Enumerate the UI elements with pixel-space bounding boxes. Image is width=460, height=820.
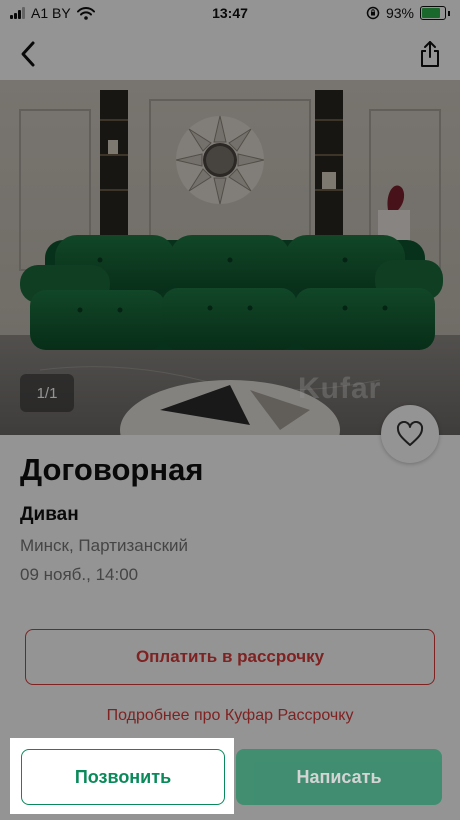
listing-title: Диван <box>20 504 79 525</box>
share-button[interactable] <box>412 36 448 72</box>
listing-location: Минск, Партизанский <box>20 536 189 555</box>
back-button[interactable] <box>10 36 46 72</box>
favorite-button[interactable] <box>381 405 439 463</box>
listing-date: 09 нояб., 14:00 <box>20 565 139 584</box>
battery-icon <box>420 6 446 20</box>
status-right: 93% <box>366 5 450 21</box>
call-button[interactable]: Позвонить <box>21 749 225 805</box>
share-icon <box>421 41 439 67</box>
chevron-left-icon <box>21 41 35 67</box>
battery-cap <box>448 10 450 16</box>
listing-page: A1 BY 13:47 93% 1/1 Kufar Договорная Див… <box>0 0 460 820</box>
navigation-bar <box>0 28 460 80</box>
battery-percent: 93% <box>385 5 414 21</box>
photo-gallery[interactable]: 1/1 Kufar <box>0 80 460 435</box>
battery-level-fill <box>422 8 440 18</box>
pay-installment-button[interactable]: Оплатить в рассрочку <box>25 629 435 685</box>
write-message-button[interactable]: Написать <box>236 749 442 805</box>
orientation-lock-icon <box>366 6 380 20</box>
listing-price: Договорная <box>20 452 204 487</box>
photo-counter: 1/1 <box>20 374 74 412</box>
status-bar: A1 BY 13:47 93% <box>0 0 460 28</box>
watermark-logo: Kufar <box>298 372 382 405</box>
heart-icon <box>396 421 424 446</box>
installment-info-link[interactable]: Подробнее про Куфар Рассрочку <box>0 707 460 725</box>
